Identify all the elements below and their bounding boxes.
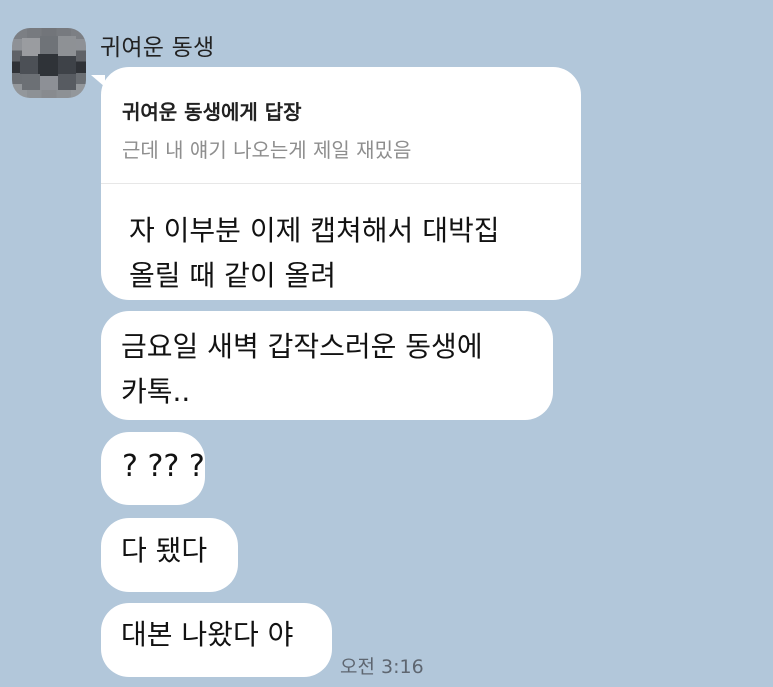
avatar-pixel	[20, 56, 38, 74]
avatar-pixel	[58, 74, 76, 90]
message-text: 다 됐다	[121, 534, 208, 567]
message-bubble[interactable]: 다 됐다	[101, 518, 238, 592]
message-bubble[interactable]: 금요일 새벽 갑작스러운 동생에 카톡..	[101, 311, 553, 420]
avatar-pixel	[58, 36, 76, 56]
avatar-pixel	[58, 56, 76, 74]
message-time: 오전 3:16	[340, 656, 424, 678]
message-text: 금요일 새벽 갑작스러운 동생에 카톡..	[121, 330, 483, 408]
avatar-pixel	[40, 36, 58, 56]
profile-avatar-icon[interactable]	[12, 28, 86, 98]
sender-name: 귀여운 동생	[100, 35, 215, 61]
reply-title: 귀여운 동생에게 답장	[122, 100, 302, 124]
message-bubble[interactable]: 대본 나왔다 야	[101, 603, 332, 677]
message-text: 대본 나왔다 야	[121, 618, 294, 651]
chat-screen: 귀여운 동생 귀여운 동생에게 답장 근데 내 얘기 나오는게 제일 재밌음 자…	[0, 0, 773, 687]
avatar-pixel	[38, 54, 58, 76]
message-bubble[interactable]: ? ?? ?	[101, 432, 205, 505]
reply-message-bubble[interactable]: 귀여운 동생에게 답장 근데 내 얘기 나오는게 제일 재밌음 자 이부분 이제…	[91, 67, 581, 300]
reply-divider	[101, 183, 581, 184]
avatar-pixel	[22, 74, 40, 90]
reply-preview: 근데 내 얘기 나오는게 제일 재밌음	[122, 138, 412, 162]
reply-message-text: 자 이부분 이제 캡쳐해서 대박집 올릴 때 같이 올려	[129, 214, 500, 292]
message-text: ? ?? ?	[122, 449, 205, 484]
avatar-pixel	[40, 76, 58, 90]
